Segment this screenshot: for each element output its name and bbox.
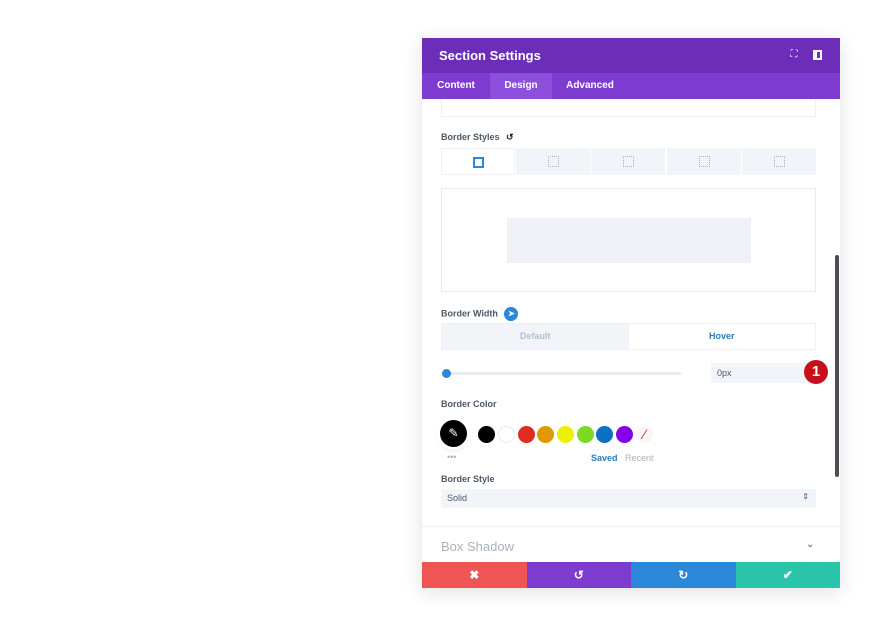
slider-handle[interactable] (442, 369, 451, 378)
annotation-badge: 1 (804, 360, 828, 384)
border-style-top[interactable] (516, 148, 590, 175)
border-style-label: Border Style (441, 474, 495, 484)
settings-body: Border Styles ↺ Border Width ➤ Default H… (422, 99, 840, 562)
section-settings-modal: Section Settings ⛶ Content Design Advanc… (422, 38, 840, 588)
reset-icon[interactable]: ↺ (506, 132, 514, 142)
saved-tab[interactable]: Saved (591, 453, 618, 463)
select-arrows-icon: ⇕ (802, 492, 809, 501)
border-color-label: Border Color (441, 399, 497, 409)
tab-bar: Content Design Advanced (422, 73, 840, 99)
border-width-label: Border Width (441, 308, 498, 319)
swatch-red[interactable] (518, 426, 535, 443)
border-styles-label: Border Styles (441, 132, 500, 142)
border-style-select[interactable]: Solid ⇕ (441, 489, 816, 508)
redo-button[interactable]: ↻ (631, 562, 736, 588)
tab-design[interactable]: Design (490, 73, 552, 99)
swatch-white[interactable] (498, 426, 515, 443)
preview-element (507, 218, 751, 263)
border-style-all[interactable] (441, 148, 515, 175)
undo-button[interactable]: ↺ (526, 562, 631, 588)
box-shadow-toggle[interactable]: Box Shadow (441, 539, 514, 554)
swatch-black[interactable] (478, 426, 495, 443)
hover-cursor-icon[interactable]: ➤ (504, 307, 519, 321)
previous-field (441, 99, 816, 117)
scrollbar[interactable] (835, 255, 839, 477)
modal-footer: ✖ ↺ ↻ ✔ (422, 562, 840, 588)
mode-toggle: Default Hover (441, 323, 816, 350)
modal-title: Section Settings (439, 48, 541, 63)
fullscreen-icon[interactable]: ⛶ (788, 49, 800, 61)
no-color-icon[interactable]: ⁄ (636, 426, 653, 443)
swatch-orange[interactable] (537, 426, 554, 443)
chevron-down-icon[interactable]: ⌄ (806, 539, 814, 550)
tab-advanced[interactable]: Advanced (552, 73, 628, 99)
swatch-blue[interactable] (596, 426, 613, 443)
save-button[interactable]: ✔ (735, 562, 840, 588)
tab-content[interactable]: Content (422, 73, 490, 99)
border-preview (441, 188, 816, 292)
mode-default[interactable]: Default (442, 324, 629, 349)
cancel-button[interactable]: ✖ (422, 562, 527, 588)
divider (422, 526, 840, 527)
swatch-purple[interactable] (616, 426, 633, 443)
swatch-green[interactable] (577, 426, 594, 443)
border-style-right[interactable] (591, 148, 665, 175)
border-style-bottom[interactable] (667, 148, 741, 175)
more-colors-button[interactable]: ••• (447, 452, 456, 462)
border-style-value: Solid (447, 493, 468, 503)
modal-header: Section Settings ⛶ (422, 38, 840, 73)
border-width-slider[interactable] (442, 369, 681, 378)
mode-hover[interactable]: Hover (629, 324, 816, 349)
border-width-input[interactable]: 0px (711, 363, 811, 383)
swatch-yellow[interactable] (557, 426, 574, 443)
recent-tab[interactable]: Recent (625, 453, 654, 463)
sidebar-toggle-icon[interactable] (813, 50, 822, 60)
eyedropper-color-picker-icon[interactable]: ✎ (440, 420, 467, 447)
border-style-left[interactable] (742, 148, 816, 175)
